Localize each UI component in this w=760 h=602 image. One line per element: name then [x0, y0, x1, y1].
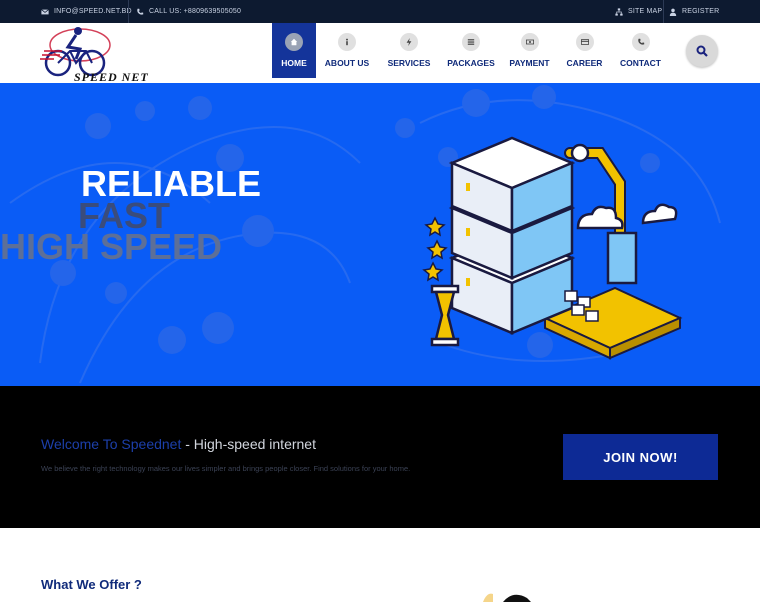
- header: SPEED NET HOME ABOUT US SERVICES PACKAGE…: [0, 23, 760, 84]
- sitemap-text: SITE MAP: [628, 8, 663, 15]
- welcome-title: Welcome To Speednet - High-speed interne…: [41, 436, 316, 452]
- nav-label: CONTACT: [620, 58, 661, 68]
- welcome-subtitle: We believe the right technology makes ou…: [41, 464, 411, 473]
- divider: [663, 0, 664, 23]
- divider: [128, 0, 129, 23]
- welcome-title-accent: Welcome To Speednet: [41, 436, 182, 452]
- home-icon: [285, 33, 303, 51]
- nav-label: HOME: [281, 58, 307, 68]
- nav-label: PACKAGES: [447, 58, 495, 68]
- sitemap-icon: [615, 7, 623, 16]
- phone-icon: [137, 8, 144, 15]
- phone-link[interactable]: CALL US: +8809639505050: [136, 0, 241, 23]
- user-icon: [669, 8, 677, 16]
- nav-item-payment[interactable]: PAYMENT: [502, 23, 557, 78]
- phone-text: CALL US: +8809639505050: [149, 8, 242, 15]
- nav-item-about[interactable]: ABOUT US: [316, 23, 378, 78]
- email-link[interactable]: INFO@SPEED.NET.BD: [41, 0, 132, 23]
- nav-item-packages[interactable]: PACKAGES: [440, 23, 502, 78]
- nav-item-contact[interactable]: CONTACT: [612, 23, 669, 78]
- nav-label: CAREER: [566, 58, 603, 68]
- nav-item-career[interactable]: CAREER: [557, 23, 612, 78]
- nav-label: ABOUT US: [324, 58, 370, 68]
- offer-section-title: What We Offer ?: [41, 577, 142, 592]
- welcome-section: Welcome To Speednet - High-speed interne…: [0, 386, 760, 528]
- envelope-icon: [41, 8, 49, 14]
- top-bar: INFO@SPEED.NET.BD CALL US: +880963950505…: [0, 0, 760, 23]
- info-icon: [338, 33, 356, 51]
- nav-label: PAYMENT: [509, 58, 550, 68]
- sitemap-link[interactable]: SITE MAP: [615, 0, 662, 23]
- list-icon: [462, 33, 480, 51]
- search-icon: [696, 45, 708, 57]
- search-button[interactable]: [686, 35, 718, 67]
- welcome-title-rest: - High-speed internet: [181, 436, 316, 452]
- bolt-icon: [400, 33, 418, 51]
- phone-icon: [631, 33, 650, 51]
- nav-label: SERVICES: [387, 58, 431, 68]
- register-link[interactable]: REGISTER: [669, 0, 719, 23]
- join-now-button[interactable]: JOIN NOW!: [563, 434, 718, 480]
- nav-item-services[interactable]: SERVICES: [378, 23, 440, 78]
- email-text: INFO@SPEED.NET.BD: [54, 8, 132, 15]
- card-icon: [575, 33, 594, 51]
- nav-item-home[interactable]: HOME: [272, 23, 316, 78]
- money-icon: [520, 33, 539, 51]
- main-nav: HOME ABOUT US SERVICES PACKAGES PAYMENT …: [272, 23, 669, 78]
- register-text: REGISTER: [682, 8, 720, 15]
- hero-banner: RELIABLE FAST HIGH SPEED: [0, 83, 760, 386]
- hero-line-3: HIGH SPEED: [0, 226, 223, 267]
